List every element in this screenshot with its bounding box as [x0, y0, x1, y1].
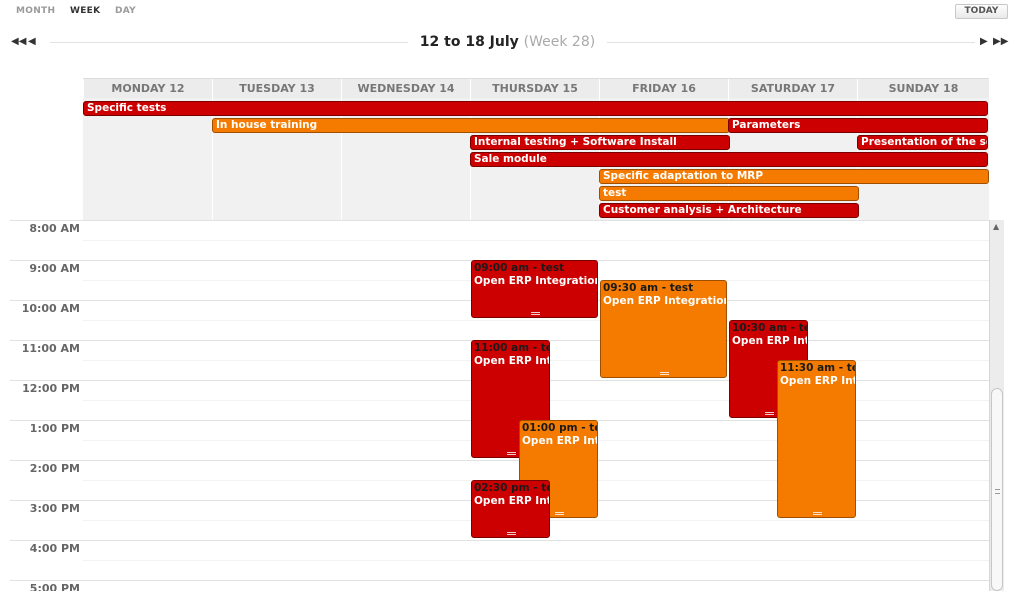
- scrollbar-thumb[interactable]: [991, 388, 1003, 591]
- time-label: 1:00 PM: [29, 422, 80, 435]
- tab-month[interactable]: MONTH: [16, 6, 55, 16]
- time-label: 12:00 PM: [22, 382, 80, 395]
- left-arrow-icon[interactable]: ◀: [28, 36, 36, 48]
- event-title: Open ERP Integration: [603, 295, 727, 307]
- half-hour-line: [83, 560, 989, 561]
- week-number: (Week 28): [523, 34, 596, 50]
- time-label: 8:00 AM: [29, 222, 80, 235]
- time-label: 5:00 PM: [29, 582, 80, 591]
- half-hour-line: [83, 320, 989, 321]
- allday-event[interactable]: Specific tests: [83, 101, 988, 116]
- scroll-up-icon[interactable]: ▲: [993, 222, 999, 231]
- calendar-event[interactable]: 09:00 am - test Open ERP Integration: [471, 260, 598, 318]
- allday-event[interactable]: In house training: [212, 118, 730, 133]
- day-header-sunday[interactable]: SUNDAY 18: [857, 79, 989, 99]
- double-left-arrow-icon[interactable]: ◀◀: [11, 36, 26, 48]
- day-header-saturday[interactable]: SATURDAY 17: [728, 79, 857, 99]
- event-time: 10:30 am - test: [732, 322, 807, 334]
- event-title: Open ERP Integration: [474, 495, 549, 507]
- event-time: 02:30 pm - test: [474, 482, 549, 494]
- event-title: Open ERP Integration: [780, 375, 855, 387]
- day-header-monday[interactable]: MONDAY 12: [83, 79, 212, 99]
- grip-icon: [995, 489, 1000, 494]
- tab-week[interactable]: WEEK: [70, 6, 100, 16]
- right-arrow-icon[interactable]: ▶: [980, 36, 988, 48]
- tab-day[interactable]: DAY: [115, 6, 136, 16]
- time-grid[interactable]: 8:00 AM 9:00 AM 10:00 AM 11:00 AM 12:00 …: [0, 220, 989, 591]
- resize-handle[interactable]: [530, 312, 540, 315]
- resize-handle[interactable]: [764, 412, 774, 415]
- event-title: Open ERP Integration: [474, 275, 598, 287]
- resize-handle[interactable]: [506, 532, 516, 535]
- today-button[interactable]: TODAY: [955, 4, 1008, 19]
- time-label: 10:00 AM: [21, 302, 80, 315]
- allday-column: [212, 98, 341, 220]
- day-header-friday[interactable]: FRIDAY 16: [599, 79, 728, 99]
- event-time: 11:00 am - test: [474, 342, 549, 354]
- allday-event[interactable]: Customer analysis + Architecture: [599, 203, 859, 218]
- allday-event[interactable]: Specific adaptation to MRP: [599, 169, 989, 184]
- time-label: 2:00 PM: [29, 462, 80, 475]
- time-label: 9:00 AM: [29, 262, 80, 275]
- resize-handle[interactable]: [812, 512, 822, 515]
- time-label: 3:00 PM: [29, 502, 80, 515]
- event-time: 11:30 am - test: [780, 362, 855, 374]
- calendar-event[interactable]: 09:30 am - test Open ERP Integration: [600, 280, 727, 378]
- calendar-event[interactable]: 11:30 am - test Open ERP Integration: [777, 360, 856, 518]
- resize-handle[interactable]: [554, 512, 564, 515]
- event-title: Open ERP Integration: [732, 335, 807, 347]
- view-tabs: MONTH WEEK DAY TODAY: [0, 0, 1015, 22]
- day-header-thursday[interactable]: THURSDAY 15: [470, 79, 599, 99]
- day-header-tuesday[interactable]: TUESDAY 13: [212, 79, 341, 99]
- double-right-arrow-icon[interactable]: ▶▶: [993, 36, 1008, 48]
- allday-event[interactable]: test: [599, 186, 859, 201]
- calendar-event[interactable]: 02:30 pm - test Open ERP Integration: [471, 480, 550, 538]
- event-title: Open ERP Integration: [474, 355, 549, 367]
- event-time: 01:00 pm - test: [522, 422, 597, 434]
- vertical-scrollbar[interactable]: ▲: [989, 220, 1004, 591]
- event-title: Open ERP Integration: [522, 435, 597, 447]
- allday-column: [341, 98, 470, 220]
- time-label: 4:00 PM: [29, 542, 80, 555]
- resize-handle[interactable]: [506, 452, 516, 455]
- event-time: 09:00 am - test: [474, 262, 565, 274]
- resize-handle[interactable]: [659, 372, 669, 375]
- allday-event[interactable]: Parameters: [728, 118, 988, 133]
- half-hour-line: [83, 240, 989, 241]
- hour-line: [10, 580, 989, 581]
- hour-line: [10, 540, 989, 541]
- period-range: 12 to 18 July: [419, 34, 519, 50]
- hour-line: [10, 220, 989, 221]
- day-header-row: MONDAY 12 TUESDAY 13 WEDNESDAY 14 THURSD…: [83, 78, 989, 99]
- allday-event[interactable]: Internal testing + Software Install: [470, 135, 730, 150]
- event-time: 09:30 am - test: [603, 282, 694, 294]
- allday-event[interactable]: Sale module: [470, 152, 988, 167]
- time-label: 11:00 AM: [21, 342, 80, 355]
- allday-event[interactable]: Presentation of the software: [857, 135, 988, 150]
- day-header-wednesday[interactable]: WEDNESDAY 14: [341, 79, 470, 99]
